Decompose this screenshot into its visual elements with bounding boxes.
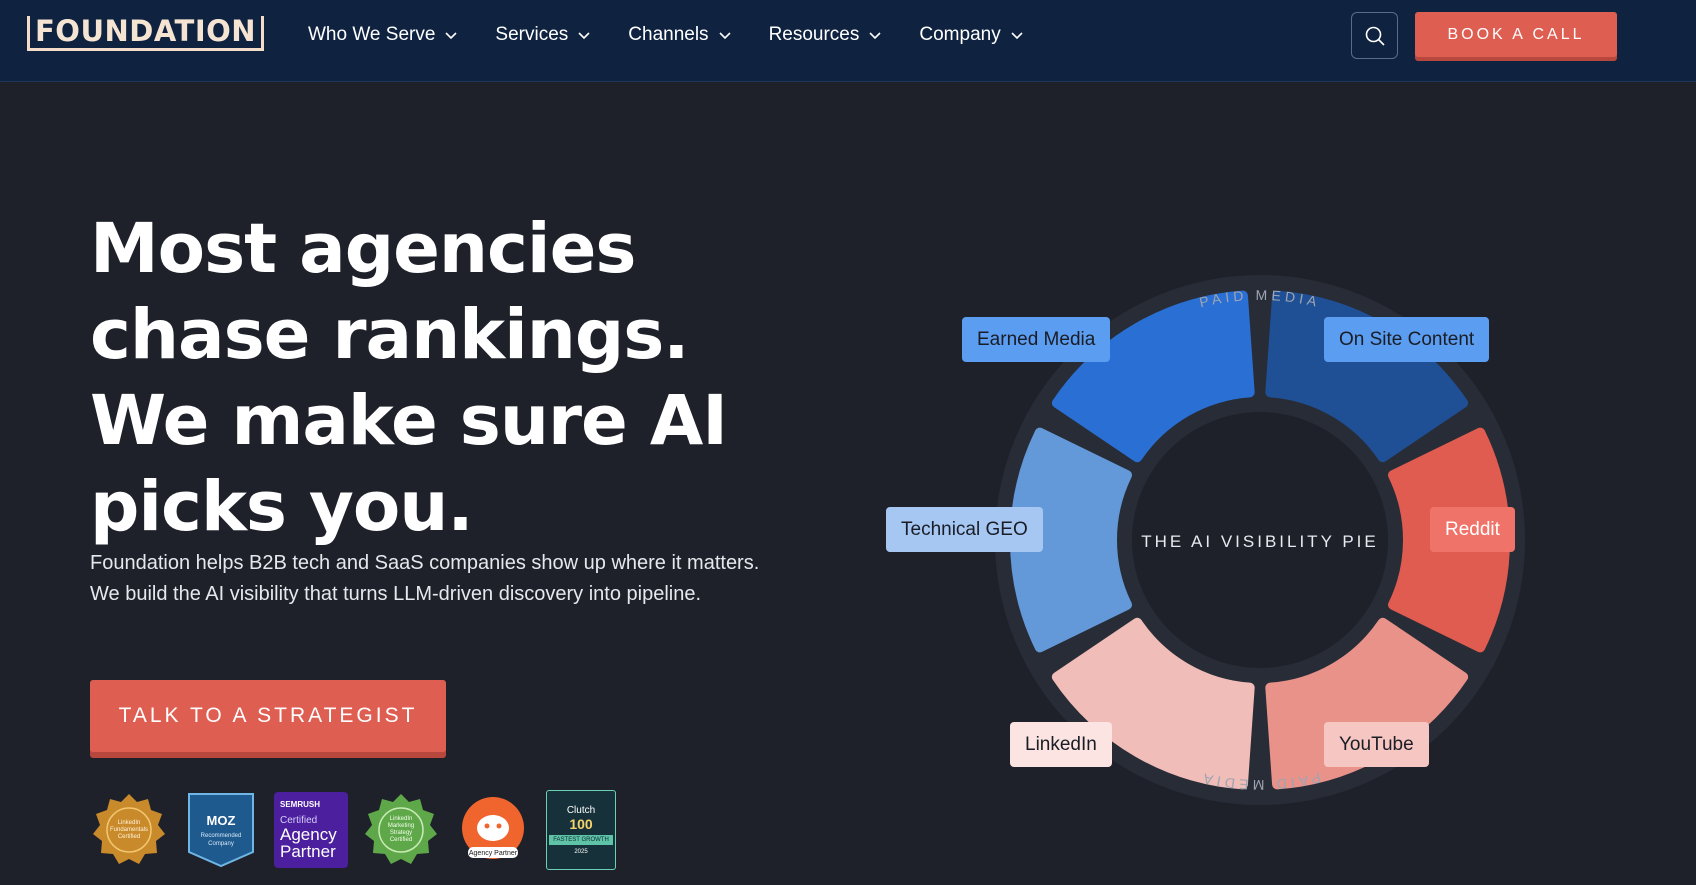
hero-description-line: We build the AI visibility that turns LL… xyxy=(90,583,702,605)
nav-label: Resources xyxy=(768,24,860,45)
search-icon xyxy=(1365,26,1385,46)
nav-label: Services xyxy=(495,24,569,45)
talk-to-strategist-button[interactable]: TALK TO A STRATEGIST xyxy=(90,680,446,752)
semrush-agency: Agency xyxy=(280,825,337,844)
chevron-down-icon xyxy=(445,32,457,40)
moz-title: MOZ xyxy=(206,812,236,828)
nav-resources[interactable]: Resources xyxy=(769,24,884,46)
badge-text: MOZ Recommended Company xyxy=(191,813,251,848)
badge-text: Agency Partner xyxy=(468,849,518,857)
chevron-down-icon xyxy=(718,32,731,40)
reddit-partner-badge: Agency Partner xyxy=(454,792,532,868)
badge-text: LinkedIn Fundamentals Certified xyxy=(109,819,149,840)
chevron-down-icon xyxy=(1011,32,1023,40)
linkedin-fundamentals-badge: LinkedIn Fundamentals Certified xyxy=(90,792,168,868)
pie-label-linkedin[interactable]: LinkedIn xyxy=(1010,722,1112,767)
clutch-rank: 100 xyxy=(569,816,593,832)
nav-channels[interactable]: Channels xyxy=(628,24,732,46)
pie-label-reddit[interactable]: Reddit xyxy=(1430,507,1515,552)
semrush-badge: SEMRUSH Certified Agency Partner xyxy=(274,792,348,868)
certification-badges: LinkedIn Fundamentals Certified MOZ Reco… xyxy=(90,790,616,870)
nav-who-we-serve[interactable]: Who We Serve xyxy=(308,24,459,46)
clutch-brand: Clutch xyxy=(566,805,596,816)
nav-label: Company xyxy=(919,24,1001,45)
main-nav: Who We Serve Services Channels Resources… xyxy=(308,0,1061,70)
site-header: FOUNDATION Who We Serve Services Channel… xyxy=(0,0,1696,82)
search-button[interactable] xyxy=(1351,12,1398,59)
nav-company[interactable]: Company xyxy=(919,24,1024,46)
moz-subtitle: Recommended Company xyxy=(200,832,242,847)
hero-title: Most agencies chase rankings. We make su… xyxy=(90,209,728,547)
pie-center-label: THE AI VISIBILITY PIE xyxy=(1141,532,1378,551)
clutch-badge: Clutch 100 FASTEST GROWTH 2025 xyxy=(546,790,616,870)
semrush-brand: SEMRUSH xyxy=(280,800,321,809)
pie-label-on-site-content[interactable]: On Site Content xyxy=(1324,317,1490,362)
linkedin-marketing-badge: LinkedIn Marketing Strategy Certified xyxy=(362,792,440,868)
hero-description-line: Foundation helps B2B tech and SaaS compa… xyxy=(90,552,760,574)
nav-label: Channels xyxy=(628,24,709,45)
pie-label-earned-media[interactable]: Earned Media xyxy=(962,317,1111,362)
clutch-ribbon: FASTEST GROWTH xyxy=(549,835,613,845)
chevron-down-icon xyxy=(578,32,590,40)
clutch-year: 2025 xyxy=(574,849,588,855)
pie-label-technical-geo[interactable]: Technical GEO xyxy=(886,507,1043,552)
foundation-logo[interactable]: FOUNDATION xyxy=(27,16,265,51)
semrush-partner: Partner xyxy=(280,842,336,861)
book-a-call-button[interactable]: BOOK A CALL xyxy=(1415,12,1617,57)
pie-label-youtube[interactable]: YouTube xyxy=(1324,722,1429,767)
chevron-down-icon xyxy=(869,32,881,40)
ai-visibility-pie: PAID MEDIA PAID MEDIA THE AI VISIBILITY … xyxy=(880,225,1640,855)
hero-description: Foundation helps B2B tech and SaaS compa… xyxy=(90,548,810,610)
nav-services[interactable]: Services xyxy=(495,24,592,46)
nav-label: Who We Serve xyxy=(308,24,436,45)
badge-text: LinkedIn Marketing Strategy Certified xyxy=(387,816,415,843)
moz-badge: MOZ Recommended Company xyxy=(182,792,260,868)
